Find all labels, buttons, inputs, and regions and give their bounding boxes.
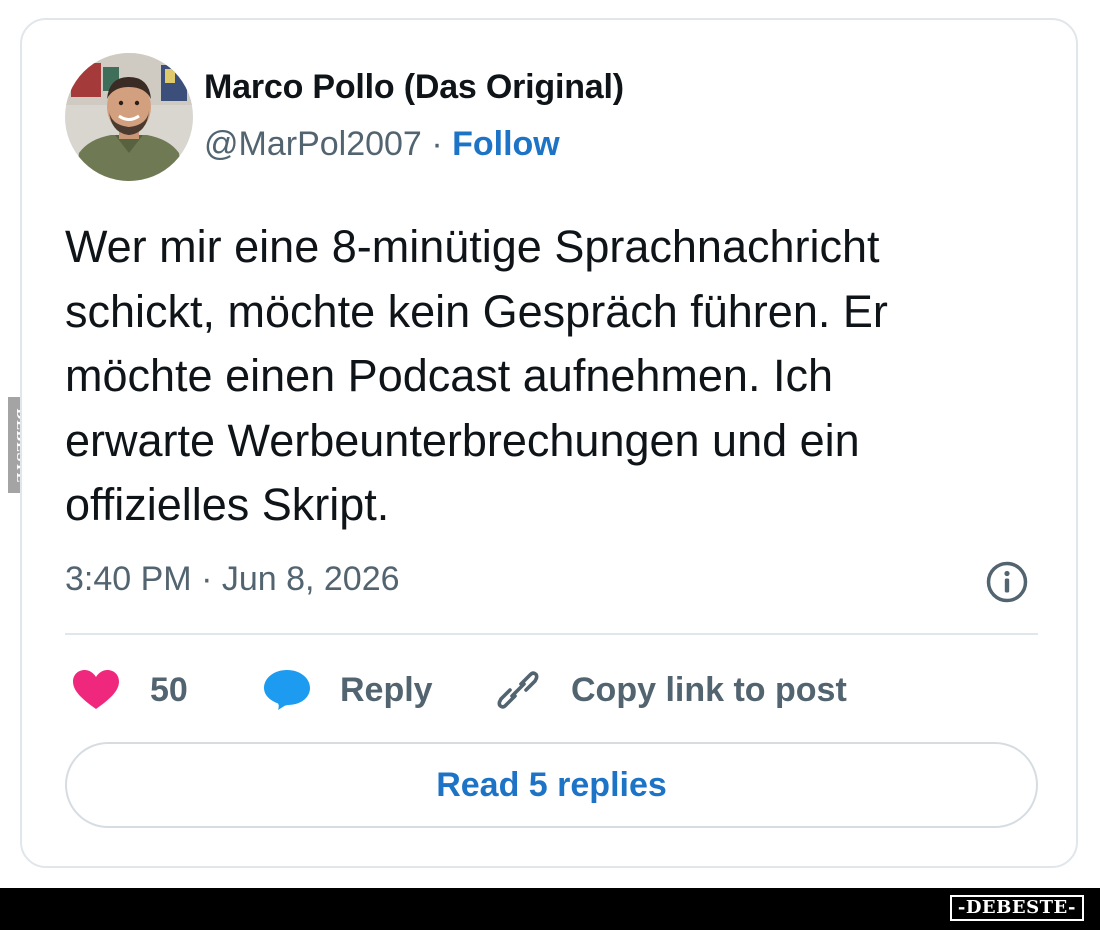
follow-button[interactable]: Follow — [452, 125, 560, 163]
avatar[interactable] — [65, 53, 193, 181]
tweet-text-line: Wer mir eine 8-minütige Sprachnachricht — [65, 221, 880, 272]
tweet-text: Wer mir eine 8-minütige Sprachnachricht … — [65, 215, 1045, 538]
brand-logo: -DEBESTE- — [949, 895, 1084, 921]
link-icon — [497, 671, 539, 709]
author-meta: @MarPol2007 · Follow — [204, 125, 560, 164]
copy-link-button[interactable]: Copy link to post — [495, 667, 847, 713]
like-count: 50 — [150, 670, 188, 709]
tweet-text-line: erwarte Werbeunterbrechungen und ein — [65, 414, 860, 466]
divider — [65, 633, 1038, 635]
tweet-text-line: möchte einen Podcast aufnehmen. Ich — [65, 350, 833, 401]
page: DEBESTE Marco Pollo (Das Ori — [0, 0, 1100, 930]
tweet-actions: 50 Reply Copy link to post — [72, 665, 847, 715]
heart-icon — [73, 670, 119, 709]
read-replies-button[interactable]: Read 5 replies — [65, 742, 1038, 828]
info-circle-icon[interactable] — [985, 560, 1029, 604]
tweet-text-line: schickt, möchte kein Gespräch führen. Er — [65, 285, 888, 337]
tweet-card: Marco Pollo (Das Original) @MarPol2007 ·… — [20, 18, 1078, 868]
avatar-photo — [65, 53, 193, 181]
like-button[interactable]: 50 — [72, 669, 262, 711]
tweet-text-line: offizielles Skript. — [65, 479, 390, 530]
reply-label: Reply — [340, 670, 433, 709]
bottom-watermark-bar: -DEBESTE- — [0, 888, 1100, 930]
speech-bubble-icon — [264, 670, 310, 710]
tweet-timestamp[interactable]: 3:40 PM · Jun 8, 2026 — [65, 560, 400, 599]
handle-separator: · — [431, 125, 443, 163]
author-name[interactable]: Marco Pollo (Das Original) — [204, 68, 624, 107]
author-handle[interactable]: @MarPol2007 — [204, 125, 422, 163]
copy-link-label: Copy link to post — [571, 670, 847, 709]
reply-button[interactable]: Reply — [262, 668, 495, 712]
